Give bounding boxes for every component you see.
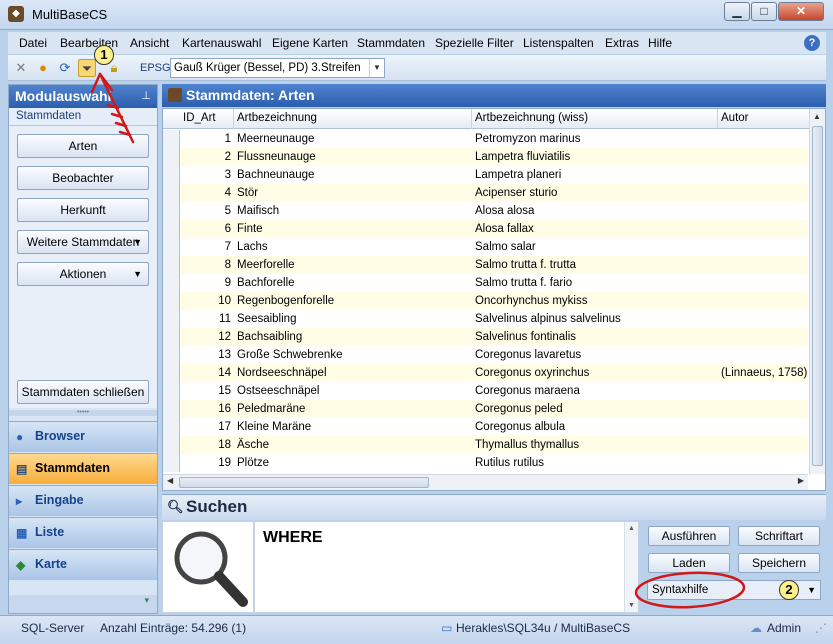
user-icon: ☁ xyxy=(750,621,762,635)
status-count: Anzahl Einträge: 54.296 (1) xyxy=(100,621,247,635)
server-icon: ▭ xyxy=(441,621,453,635)
status-bar: SQL-Server Anzahl Einträge: 54.296 (1) ▭… xyxy=(0,615,833,644)
annotation-circle xyxy=(634,571,746,609)
status-connection: Herakles\SQL34u / MultiBaseCS xyxy=(456,621,631,635)
status-server: SQL-Server xyxy=(21,621,85,635)
status-user: Admin xyxy=(767,621,802,635)
annotation-overlay xyxy=(90,72,746,609)
resize-grip-icon[interactable]: ⋰ xyxy=(815,621,827,635)
annotation-arrow xyxy=(90,72,135,144)
